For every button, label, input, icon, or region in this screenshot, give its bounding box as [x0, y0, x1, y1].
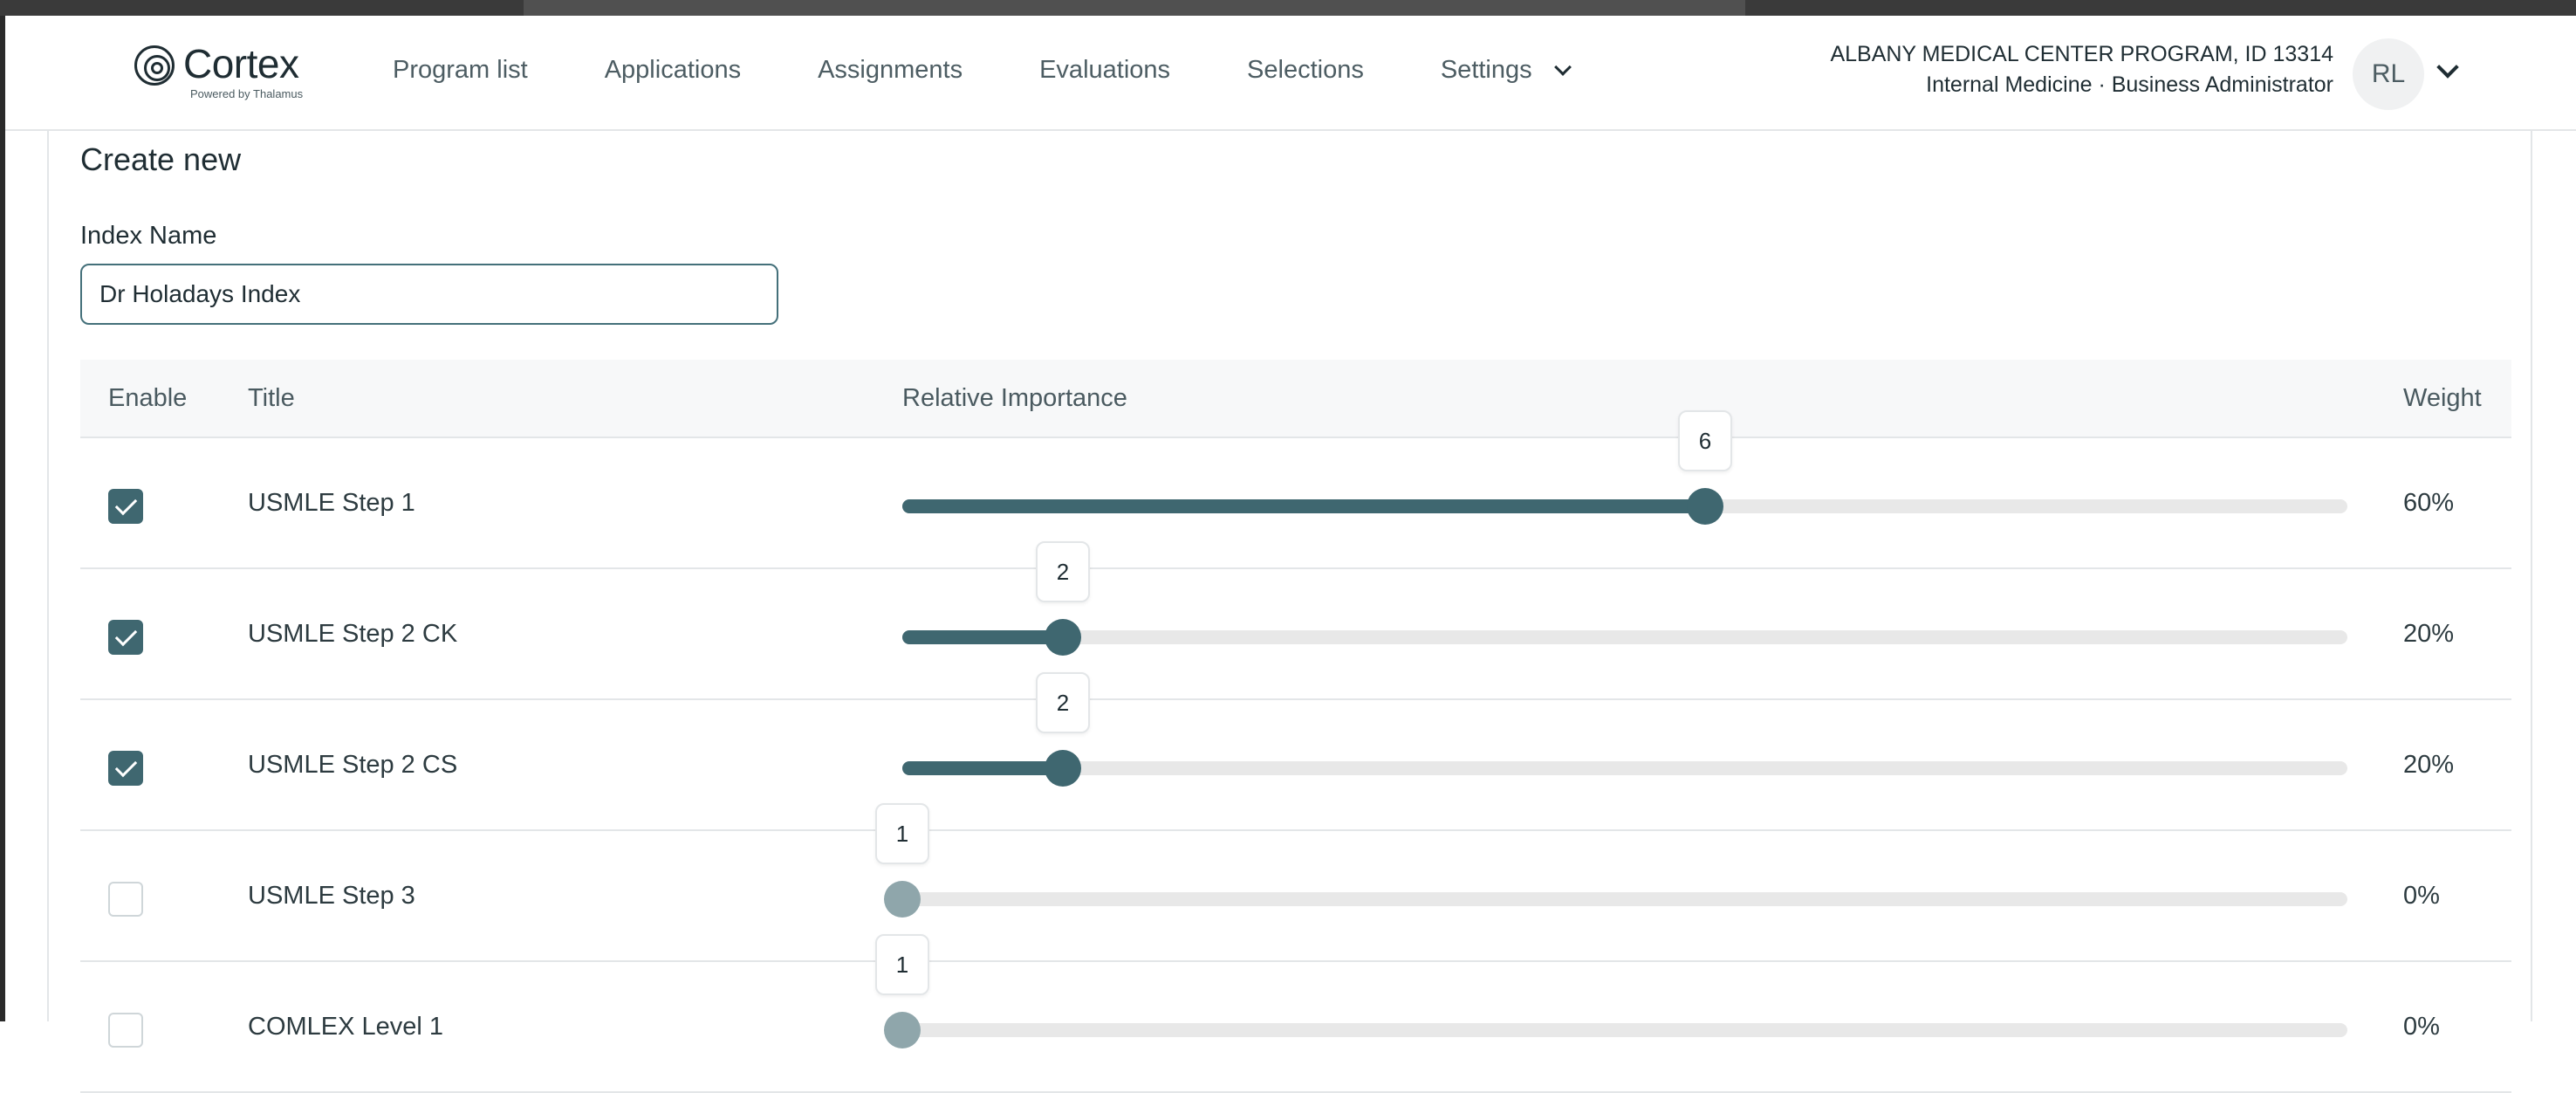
row-title: USMLE Step 1: [248, 489, 415, 517]
slider-value-bubble: 1: [875, 803, 929, 864]
enable-checkbox[interactable]: [108, 882, 143, 917]
slider-thumb[interactable]: [1687, 488, 1723, 525]
col-enable: Enable: [108, 384, 188, 412]
account-info: ALBANY MEDICAL CENTER PROGRAM, ID 13314 …: [1830, 42, 2333, 98]
slider-value-bubble: 2: [1036, 672, 1090, 733]
nav-evaluations[interactable]: Evaluations: [1039, 56, 1170, 85]
importance-slider[interactable]: 1: [875, 934, 2347, 1048]
row-title: USMLE Step 2 CS: [248, 751, 458, 779]
slider-fill: [902, 630, 1063, 644]
chevron-down-icon: [1553, 58, 1572, 76]
slider-fill: [902, 761, 1063, 775]
cortex-logo[interactable]: Cortex Powered by Thalamus: [134, 41, 326, 113]
slider-thumb[interactable]: [1045, 750, 1081, 787]
nav-assignments[interactable]: Assignments: [818, 56, 963, 85]
importance-slider[interactable]: 1: [875, 803, 2347, 918]
nav-selections[interactable]: Selections: [1247, 56, 1364, 85]
app-header: Cortex Powered by Thalamus Program list …: [5, 16, 2576, 131]
col-title: Title: [248, 384, 295, 412]
browser-tab: [524, 0, 1745, 16]
window-edge: [0, 16, 5, 1021]
table-header: Enable Title Relative Importance Weight: [80, 360, 2511, 438]
row-weight: 0%: [2403, 882, 2440, 910]
table-row: USMLE Step 3 1 0%: [80, 803, 2511, 962]
importance-slider[interactable]: 2: [902, 672, 2347, 787]
enable-checkbox[interactable]: [108, 620, 143, 655]
page-title: Create new: [80, 141, 242, 177]
slider-value-bubble: 2: [1036, 541, 1090, 602]
criteria-table: Enable Title Relative Importance Weight …: [80, 360, 2511, 1093]
table-row: USMLE Step 2 CS 2 20%: [80, 672, 2511, 831]
slider-track: [902, 630, 2347, 644]
slider-track: [902, 761, 2347, 775]
slider-value-bubble: 6: [1678, 410, 1732, 471]
index-name-input[interactable]: [80, 264, 778, 325]
importance-slider[interactable]: 2: [902, 541, 2347, 656]
enable-checkbox[interactable]: [108, 751, 143, 786]
slider-thumb[interactable]: [1045, 619, 1081, 656]
col-relative-importance: Relative Importance: [902, 384, 1127, 412]
row-title: USMLE Step 3: [248, 882, 415, 910]
slider-value-bubble: 1: [875, 934, 929, 995]
avatar[interactable]: RL: [2353, 38, 2424, 110]
slider-track: [902, 892, 2347, 906]
slider-thumb[interactable]: [884, 881, 921, 918]
enable-checkbox[interactable]: [108, 489, 143, 524]
row-weight: 60%: [2403, 489, 2455, 517]
account-menu-chevron-icon[interactable]: [2436, 56, 2459, 79]
logo-subtext: Powered by Thalamus: [190, 87, 304, 100]
enable-checkbox[interactable]: [108, 1013, 143, 1048]
slider-track: [902, 1023, 2347, 1037]
col-weight: Weight: [2403, 384, 2482, 412]
importance-slider[interactable]: 6: [902, 410, 2347, 525]
row-weight: 20%: [2403, 751, 2455, 779]
index-name-label: Index Name: [80, 222, 217, 250]
table-row: COMLEX Level 1 1 0%: [80, 934, 2511, 1093]
user-role: Internal Medicine · Business Administrat…: [1926, 72, 2333, 97]
slider-thumb[interactable]: [884, 1012, 921, 1048]
row-title: COMLEX Level 1: [248, 1013, 444, 1041]
logo-text: Cortex: [183, 41, 299, 86]
main-nav: Program list Applications Assignments Ev…: [393, 56, 1646, 85]
row-weight: 20%: [2403, 620, 2455, 648]
nav-program-list[interactable]: Program list: [393, 56, 528, 85]
cortex-logo-icon: [134, 45, 175, 86]
table-row: USMLE Step 1 6 60%: [80, 410, 2511, 569]
slider-fill: [902, 499, 1705, 513]
row-title: USMLE Step 2 CK: [248, 620, 458, 648]
nav-applications[interactable]: Applications: [605, 56, 741, 85]
browser-top-strip: [0, 0, 2576, 16]
nav-settings[interactable]: Settings: [1441, 56, 1572, 85]
program-name: ALBANY MEDICAL CENTER PROGRAM, ID 13314: [1830, 42, 2333, 66]
row-weight: 0%: [2403, 1013, 2440, 1041]
table-row: USMLE Step 2 CK 2 20%: [80, 541, 2511, 700]
